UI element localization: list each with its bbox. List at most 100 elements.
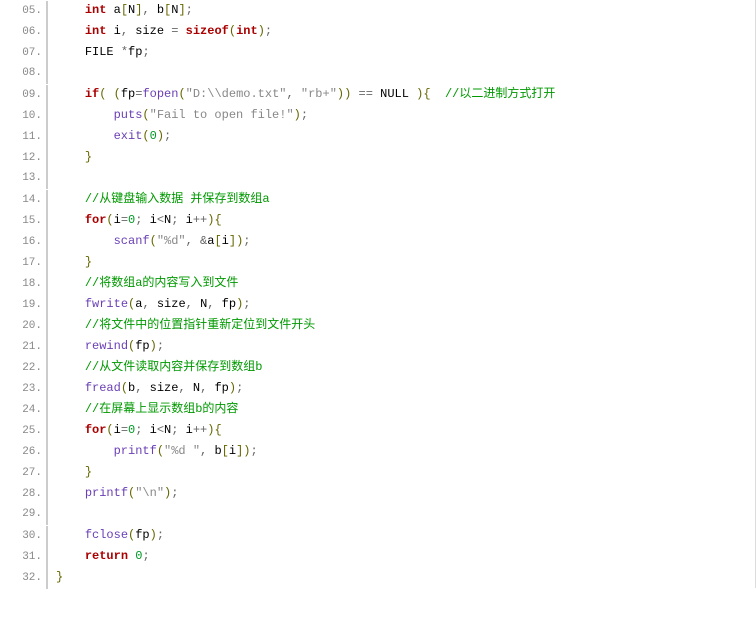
- token-comment: //将数组a的内容写入到文件: [85, 276, 239, 290]
- token-semi: ;: [142, 45, 149, 59]
- token-ident: i: [229, 444, 236, 458]
- token-paren: (: [114, 87, 121, 101]
- code-line: 15. for(i=0; i<N; i++){: [0, 210, 755, 231]
- token-ident: i: [114, 24, 121, 38]
- token-op: =: [171, 24, 178, 38]
- token-op: ,: [142, 3, 149, 17]
- token-ident: i: [150, 423, 157, 437]
- code-content: fread(b, size, N, fp);: [56, 378, 243, 399]
- token-func: rewind: [85, 339, 128, 353]
- token-brace: }: [85, 465, 92, 479]
- line-number: 32.: [0, 568, 48, 589]
- token-semi: ;: [243, 234, 250, 248]
- token-op: ++: [193, 423, 207, 437]
- token-paren: (: [178, 87, 185, 101]
- line-number: 23.: [0, 379, 48, 400]
- line-number: 06.: [0, 22, 48, 43]
- line-number: 05.: [0, 1, 48, 22]
- token-kw: if: [85, 87, 99, 101]
- token-type: int: [85, 3, 107, 17]
- token-semi: ;: [265, 24, 272, 38]
- token-func: printf: [114, 444, 157, 458]
- token-semi: ;: [164, 129, 171, 143]
- token-paren: ): [150, 528, 157, 542]
- token-func: fwrite: [85, 297, 128, 311]
- token-op: ==: [359, 87, 373, 101]
- token-func: fopen: [142, 87, 178, 101]
- code-content: if( (fp=fopen("D:\\demo.txt", "rb+")) ==…: [56, 84, 555, 105]
- code-line: 20. //将文件中的位置指针重新定位到文件开头: [0, 315, 755, 336]
- token-brace: }: [56, 570, 63, 584]
- line-number: 14.: [0, 190, 48, 211]
- token-op: =: [121, 213, 128, 227]
- code-line: 14. //从键盘输入数据 并保存到数组a: [0, 189, 755, 210]
- line-number: 12.: [0, 148, 48, 169]
- code-content: for(i=0; i<N; i++){: [56, 210, 222, 231]
- line-number: 15.: [0, 211, 48, 232]
- token-op: ,: [286, 87, 293, 101]
- token-func: exit: [114, 129, 143, 143]
- line-number: 08.: [0, 63, 48, 84]
- code-content: int a[N], b[N];: [56, 0, 193, 21]
- code-line: 30. fclose(fp);: [0, 525, 755, 546]
- token-func: scanf: [114, 234, 150, 248]
- token-paren: (: [157, 444, 164, 458]
- code-line: 10. puts("Fail to open file!");: [0, 105, 755, 126]
- code-content: printf("%d ", b[i]);: [56, 441, 258, 462]
- token-paren: ): [294, 108, 301, 122]
- line-number: 09.: [0, 85, 48, 106]
- token-str: "D:\\demo.txt": [186, 87, 287, 101]
- code-line: 06. int i, size = sizeof(int);: [0, 21, 755, 42]
- token-semi: ;: [142, 549, 149, 563]
- token-comment: //以二进制方式打开: [445, 87, 555, 101]
- token-paren: (: [99, 87, 106, 101]
- token-op: ++: [193, 213, 207, 227]
- token-ident: b: [214, 444, 221, 458]
- token-ident: i: [150, 213, 157, 227]
- token-brace: {: [214, 213, 221, 227]
- token-op: =: [121, 423, 128, 437]
- token-paren: (: [142, 129, 149, 143]
- token-op: ,: [200, 444, 207, 458]
- code-line: 18. //将数组a的内容写入到文件: [0, 273, 755, 294]
- token-semi: ;: [157, 528, 164, 542]
- token-ident: fp: [121, 87, 135, 101]
- line-number: 27.: [0, 463, 48, 484]
- token-str: "\n": [135, 486, 164, 500]
- token-func: printf: [85, 486, 128, 500]
- line-number: 22.: [0, 358, 48, 379]
- token-ident: i: [114, 213, 121, 227]
- code-content: FILE *fp;: [56, 42, 150, 63]
- line-number: 24.: [0, 400, 48, 421]
- token-num: 0: [150, 129, 157, 143]
- line-number: 20.: [0, 316, 48, 337]
- code-line: 17. }: [0, 252, 755, 273]
- code-editor: 05. int a[N], b[N];06. int i, size = siz…: [0, 0, 756, 588]
- code-content: }: [56, 462, 92, 483]
- token-brace: }: [85, 255, 92, 269]
- token-ident: fp: [128, 45, 142, 59]
- token-semi: ;: [171, 213, 178, 227]
- token-semi: ;: [135, 213, 142, 227]
- token-semi: ;: [171, 423, 178, 437]
- code-line: 19. fwrite(a, size, N, fp);: [0, 294, 755, 315]
- token-comment: //从文件读取内容并保存到数组b: [85, 360, 263, 374]
- token-semi: ;: [135, 423, 142, 437]
- token-paren: (: [106, 423, 113, 437]
- code-content: int i, size = sizeof(int);: [56, 21, 272, 42]
- token-op: ,: [200, 381, 207, 395]
- token-paren: [: [214, 234, 221, 248]
- token-ident: size: [157, 297, 186, 311]
- token-semi: ;: [157, 339, 164, 353]
- line-number: 28.: [0, 484, 48, 505]
- code-line: 28. printf("\n");: [0, 483, 755, 504]
- code-line: 09. if( (fp=fopen("D:\\demo.txt", "rb+")…: [0, 84, 755, 105]
- token-kw: for: [85, 423, 107, 437]
- code-line: 24. //在屏幕上显示数组b的内容: [0, 399, 755, 420]
- token-ident: fp: [222, 297, 236, 311]
- line-number: 19.: [0, 295, 48, 316]
- code-line: 26. printf("%d ", b[i]);: [0, 441, 755, 462]
- code-line: 08.: [0, 63, 755, 84]
- code-content: rewind(fp);: [56, 336, 164, 357]
- token-paren: ): [157, 129, 164, 143]
